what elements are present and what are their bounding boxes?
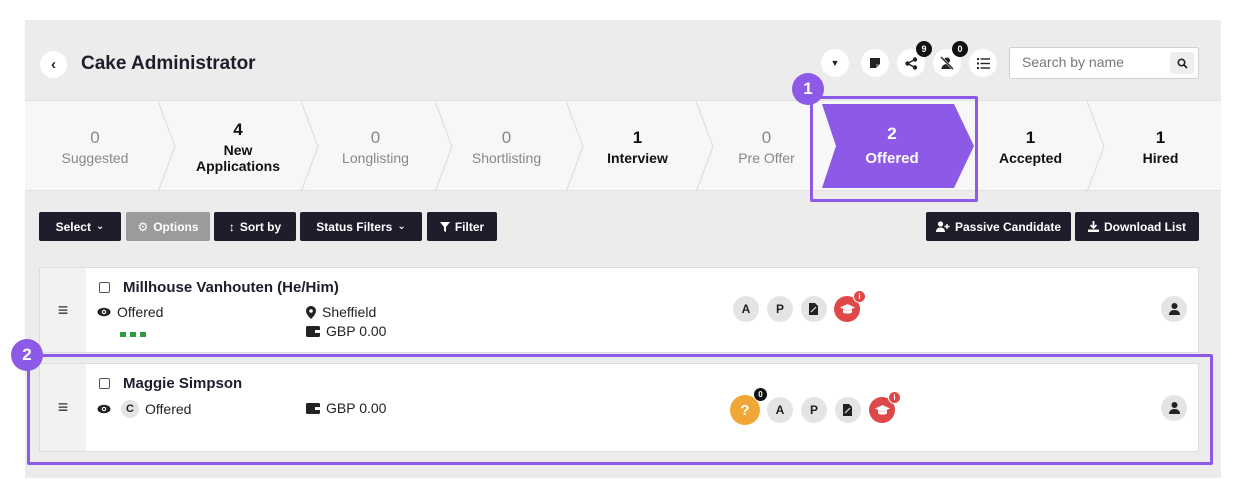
dropdown-button[interactable]: ▼ <box>821 49 849 77</box>
status-filters-dropdown[interactable]: Status Filters ⌄ <box>300 212 422 241</box>
back-button[interactable]: ‹ <box>40 51 67 78</box>
search-button[interactable] <box>1170 52 1194 74</box>
chevron-down-icon: ⌄ <box>397 221 406 232</box>
sticky-note-icon <box>870 58 880 68</box>
sort-by-label: Sort by <box>239 219 282 234</box>
add-user-icon <box>935 221 950 232</box>
candidate-location: Sheffield <box>306 304 376 320</box>
stage-count: 1 <box>632 127 643 147</box>
user-slash-icon <box>940 56 954 70</box>
chevron-down-icon: ⌄ <box>95 221 105 232</box>
share-icon <box>904 56 917 70</box>
status-text: Offered <box>117 304 164 320</box>
document-sign-badge[interactable] <box>801 296 827 322</box>
candidate-status: Offered <box>97 304 163 320</box>
stage-label-line: New <box>223 141 253 158</box>
passive-candidate-button[interactable]: Passive Candidate <box>926 212 1071 241</box>
assessment-badge[interactable]: A <box>733 296 759 322</box>
candidate-salary: GBP 0.00 <box>306 323 386 339</box>
file-signature-icon <box>809 303 818 315</box>
stage-label-line: Applications <box>195 157 280 174</box>
header: ‹ Cake Administrator ▼ 9 0 <box>25 20 1221 100</box>
stage-label: Pre Offer <box>738 149 795 166</box>
stage-count: 1 <box>1155 127 1166 147</box>
drag-handle[interactable]: ≡ <box>40 268 86 352</box>
stage-count: 1 <box>1025 127 1036 147</box>
list-icon <box>976 57 990 69</box>
stage-count: 0 <box>761 127 772 147</box>
search-box <box>1009 47 1199 79</box>
salary-text: GBP 0.00 <box>326 323 387 339</box>
unassigned-button[interactable]: 0 <box>933 41 968 77</box>
notes-button[interactable] <box>861 49 889 77</box>
pipeline-bar: 0 Suggested 4 New Applications 0 Longlis… <box>25 100 1221 192</box>
sort-icon: ↕ <box>228 219 235 234</box>
share-count-badge: 9 <box>916 41 932 57</box>
location-text: Sheffield <box>322 304 377 320</box>
education-badge[interactable]: i <box>834 290 866 322</box>
select-label: Select <box>55 219 91 234</box>
chevron-left-icon: ‹ <box>51 56 56 73</box>
stage-label: Accepted <box>998 149 1063 166</box>
progress-indicator <box>120 332 146 337</box>
stage-label: New Applications <box>196 142 280 174</box>
unassigned-count-badge: 0 <box>952 41 968 57</box>
options-label: Options <box>153 219 199 234</box>
search-icon <box>1176 57 1188 69</box>
stage-suggested[interactable]: 0 Suggested <box>25 101 165 192</box>
user-icon <box>1168 303 1180 315</box>
download-list-button[interactable]: Download List <box>1075 212 1199 241</box>
stage-label: Interview <box>607 149 668 166</box>
stage-hired[interactable]: 1 Hired <box>1100 101 1221 192</box>
options-button[interactable]: ⚙ Options <box>126 212 210 241</box>
list-view-button[interactable] <box>969 49 997 77</box>
filter-label: Filter <box>454 219 485 234</box>
hamburger-icon: ≡ <box>57 299 69 320</box>
stage-label: Shortlisting <box>471 149 542 166</box>
stage-count: 0 <box>501 127 512 147</box>
stage-interview[interactable]: 1 Interview <box>575 101 700 192</box>
candidate-name[interactable]: Millhouse Vanhouten (He/Him) <box>123 279 339 296</box>
select-dropdown[interactable]: Select ⌄ <box>39 212 121 241</box>
stage-label: Suggested <box>61 149 129 166</box>
step-marker-2: 2 <box>11 339 43 371</box>
filter-button[interactable]: Filter <box>427 212 497 241</box>
stage-label: Hired <box>1142 149 1179 166</box>
map-pin-icon <box>306 305 316 319</box>
eye-icon <box>97 307 111 317</box>
stage-new-applications[interactable]: 4 New Applications <box>168 101 308 192</box>
candidate-row[interactable]: ≡ Millhouse Vanhouten (He/Him) Offered S… <box>39 267 1199 353</box>
offered-highlight-box <box>810 96 978 202</box>
stage-count: 0 <box>90 127 100 147</box>
wallet-icon <box>306 325 320 337</box>
alert-badge: i <box>853 290 866 303</box>
status-filters-label: Status Filters <box>316 219 393 234</box>
stage-count: 4 <box>233 119 243 139</box>
stage-count: 0 <box>370 127 381 147</box>
stage-longlisting[interactable]: 0 Longlisting <box>308 101 443 192</box>
filter-icon <box>439 221 450 232</box>
stage-label: Longlisting <box>342 149 409 166</box>
download-list-label: Download List <box>1104 219 1186 234</box>
step-marker-1: 1 <box>792 73 824 105</box>
search-input[interactable] <box>1022 54 1152 70</box>
profile-badge[interactable]: P <box>767 296 793 322</box>
graduation-cap-icon <box>839 303 855 314</box>
share-button[interactable]: 9 <box>897 41 932 77</box>
candidate-highlight-box <box>27 354 1213 465</box>
download-icon <box>1088 221 1099 232</box>
sort-by-button[interactable]: ↕ Sort by <box>214 212 296 241</box>
chevron-down-icon: ▼ <box>830 58 840 68</box>
gear-icon: ⚙ <box>137 219 149 234</box>
candidate-checkbox[interactable] <box>99 282 110 293</box>
owner-avatar[interactable] <box>1161 296 1187 322</box>
stage-shortlisting[interactable]: 0 Shortlisting <box>443 101 570 192</box>
page-title: Cake Administrator <box>81 53 256 74</box>
stage-accepted[interactable]: 1 Accepted <box>973 101 1088 192</box>
passive-candidate-label: Passive Candidate <box>954 219 1062 234</box>
